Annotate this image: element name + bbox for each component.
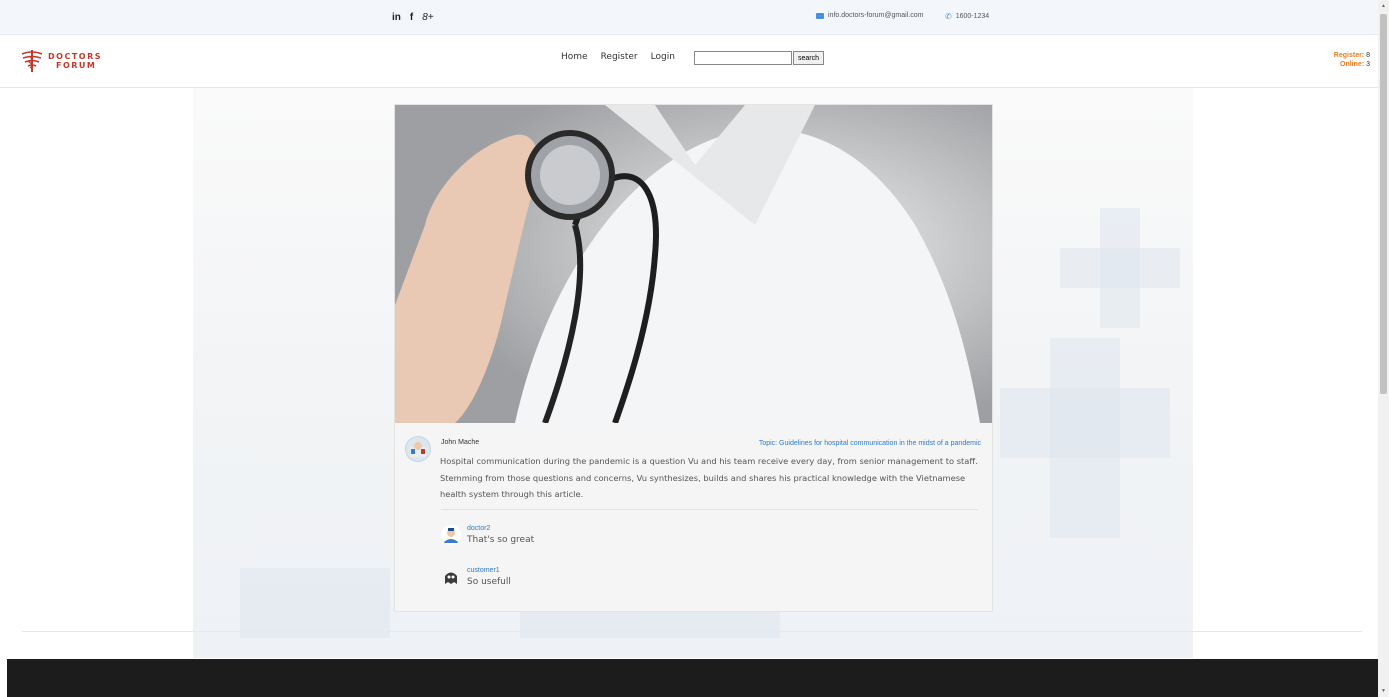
logo-text-line2: FORUM [56, 61, 97, 70]
nav-home[interactable]: Home [561, 52, 588, 62]
comment-avatar[interactable] [441, 525, 461, 545]
bg-cross-shape [1050, 338, 1120, 538]
phone-text: 1600-1234 [955, 13, 990, 20]
linkedin-icon[interactable]: in [392, 12, 401, 23]
register-count-label: Register: [1333, 52, 1365, 59]
mail-icon [816, 12, 824, 19]
comment-user[interactable]: customer1 [467, 567, 500, 574]
content-divider-line [22, 631, 1362, 632]
comment-text: So usefull [467, 577, 511, 587]
top-info-bar: in f 8+ info.doctors-forum@gmail.com ✆ 1… [0, 0, 1378, 35]
comments-divider [441, 509, 978, 510]
google-plus-icon[interactable]: 8+ [422, 12, 433, 23]
online-count-label: Online: [1340, 61, 1365, 68]
doctor-avatar-icon [441, 525, 461, 545]
search-input[interactable] [694, 51, 792, 65]
site-footer [7, 659, 1378, 697]
post-card: John Mache Topic: Guidelines for hospita… [394, 104, 993, 612]
logo-text-line1: DOCTORS [48, 52, 102, 61]
comment-text: That's so great [467, 535, 535, 545]
ghost-avatar-icon [441, 567, 461, 587]
nav-login[interactable]: Login [651, 52, 675, 62]
bg-cross-shape [1100, 208, 1140, 328]
scroll-down-icon[interactable]: ▼ [1381, 688, 1386, 694]
online-count: 3 [1366, 61, 1370, 68]
register-count: 8 [1366, 52, 1370, 59]
main-nav: Home Register Login [561, 52, 675, 62]
email-text: info.doctors-forum@gmail.com [828, 12, 924, 19]
post-image [395, 105, 992, 423]
doctor-stethoscope-image [395, 105, 992, 423]
post-body: Hospital communication during the pandem… [440, 456, 978, 499]
page-scrollbar[interactable]: ▲ ▼ [1378, 0, 1389, 697]
contact-phone: ✆ 1600-1234 [945, 12, 989, 21]
facebook-icon[interactable]: f [410, 12, 413, 23]
post-author-name[interactable]: John Mache [441, 439, 479, 446]
contact-email: info.doctors-forum@gmail.com [816, 12, 923, 19]
comment-user[interactable]: doctor2 [467, 525, 490, 532]
social-links: in f 8+ [392, 12, 434, 23]
nav-register[interactable]: Register [601, 52, 638, 62]
logo-emblem-icon [21, 50, 43, 72]
search-button[interactable]: search [793, 51, 825, 65]
doctor-avatar-icon [410, 442, 426, 457]
scroll-thumb[interactable] [1380, 14, 1387, 394]
post-topic-link[interactable]: Topic: Guidelines for hospital communica… [759, 440, 981, 447]
user-stats: Register: 8 Online: 3 [1334, 51, 1370, 69]
post-author-avatar[interactable] [405, 436, 431, 462]
site-logo[interactable]: DOCTORS FORUM [20, 48, 102, 74]
scroll-up-icon[interactable]: ▲ [1381, 3, 1386, 9]
bg-cross-shape [240, 568, 390, 638]
phone-icon: ✆ [945, 12, 952, 21]
comment-avatar[interactable] [441, 567, 461, 587]
site-header: DOCTORS FORUM Home Register Login search… [0, 35, 1378, 88]
